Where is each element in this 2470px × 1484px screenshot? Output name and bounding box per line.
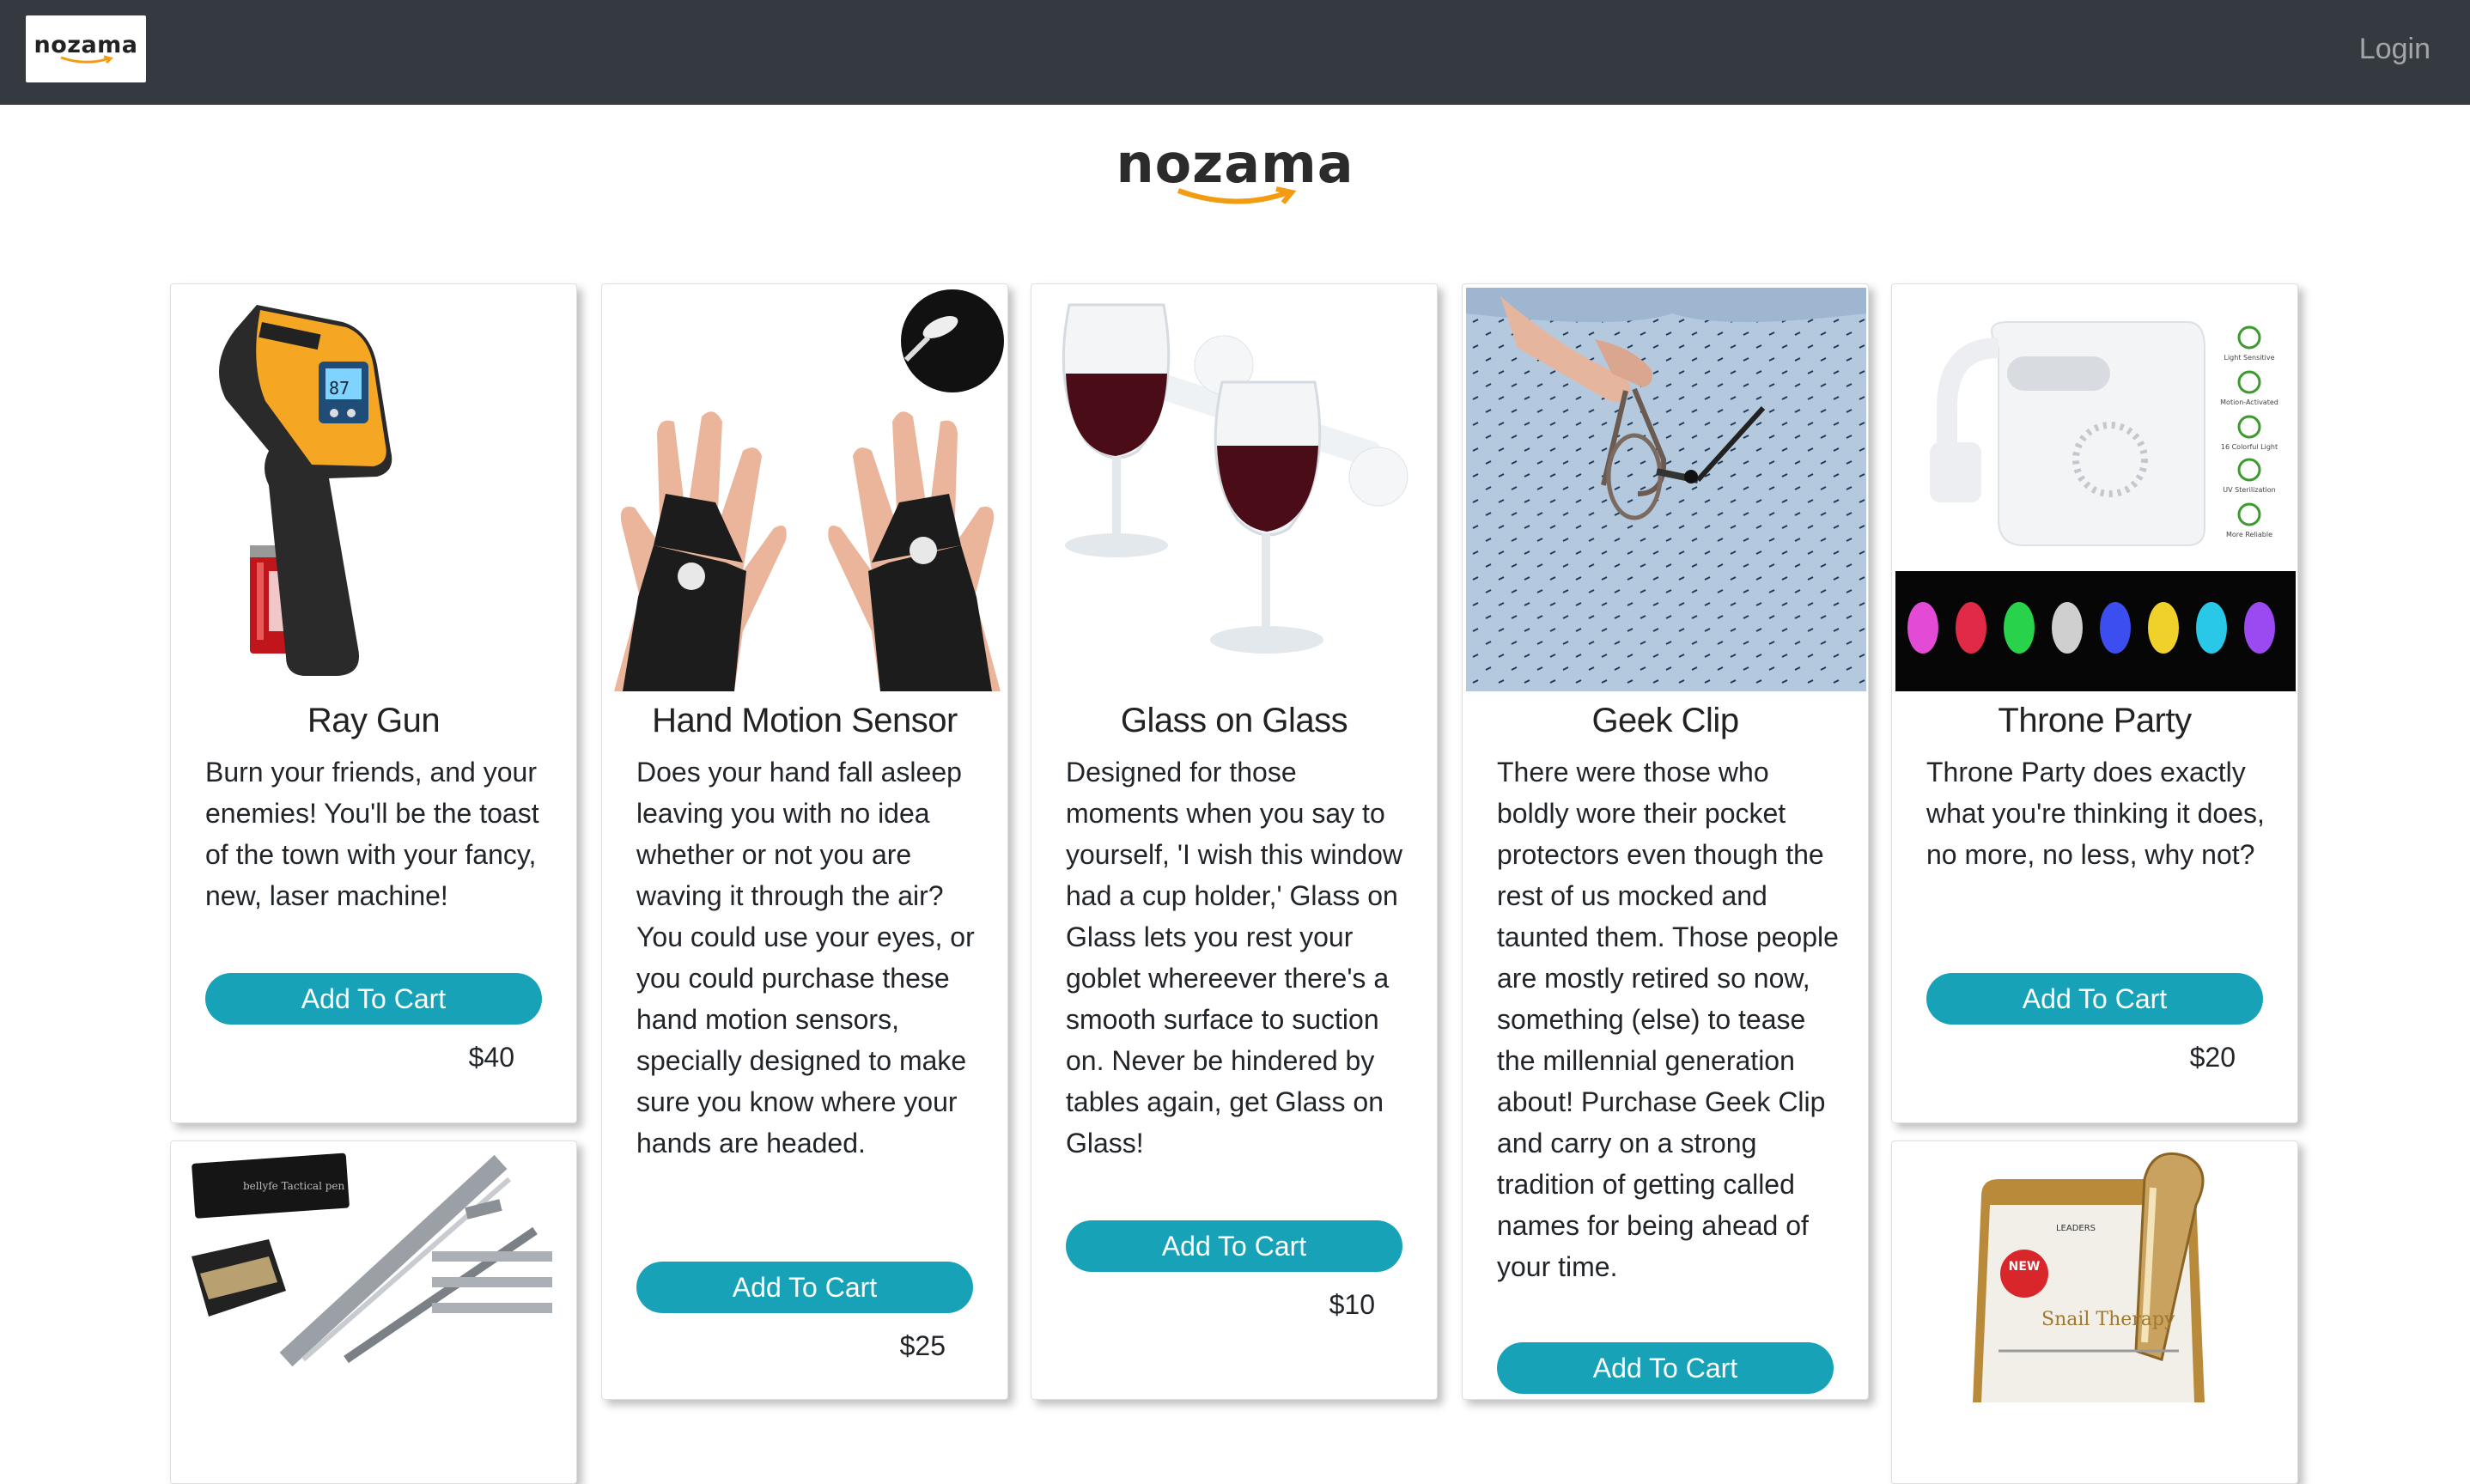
product-image: NEW LEADERS Snail Therapy (1895, 1145, 2296, 1483)
product-image (1466, 288, 1866, 691)
hero-logo: nozama (1106, 137, 1364, 223)
product-description: Designed for those moments when you say … (1066, 757, 1403, 1159)
product-card: Hand Motion Sensor Does your hand fall a… (601, 283, 1008, 1400)
product-card: Light Sensitive Motion-Activated 16 Colo… (1891, 283, 2298, 1123)
product-image: bellyfe Tactical pen (174, 1145, 575, 1483)
feature-label: Light Sensitive (2224, 354, 2275, 362)
product-card: Glass on Glass Designed for those moment… (1031, 283, 1438, 1400)
product-description: Does your hand fall asleep leaving you w… (636, 757, 975, 1159)
feature-label: More Reliable (2226, 531, 2272, 538)
product-description: Throne Party does exactly what you're th… (1926, 757, 2265, 870)
feature-label: 16 Colorful Light (2221, 443, 2278, 451)
product-card: 87 Ray Gun Burn your friends, and your e… (170, 283, 577, 1123)
feature-label: UV Sterilization (2223, 486, 2275, 494)
product-price: $20 (2189, 1042, 2236, 1073)
product-title: Hand Motion Sensor (652, 702, 958, 739)
product-title: Ray Gun (307, 702, 441, 739)
navbar-logo[interactable]: nozama (26, 15, 146, 82)
snail-mask-image: NEW LEADERS Snail Therapy (1973, 1152, 2205, 1402)
product-price: $25 (899, 1330, 946, 1361)
add-to-cart-button[interactable]: Add To Cart (1926, 973, 2263, 1025)
hero-logo-text: nozama (1116, 132, 1354, 195)
product-image: 87 (174, 288, 575, 691)
product-price: $10 (1329, 1289, 1375, 1320)
product-image (1035, 288, 1435, 691)
laser-thermometer-image: 87 (219, 305, 392, 676)
product-description: Burn your friends, and your enemies! You… (205, 757, 539, 911)
wine-glass-holder-image (1062, 303, 1408, 654)
add-to-cart-button[interactable]: Add To Cart (636, 1262, 973, 1313)
smile-arrow-icon (1177, 186, 1297, 204)
feature-label: Motion-Activated (2220, 398, 2278, 406)
toilet-light-image: Light Sensitive Motion-Activated 16 Colo… (1895, 321, 2296, 691)
product-card: NEW LEADERS Snail Therapy (1891, 1140, 2298, 1484)
box-label: bellyfe Tactical pen (243, 1180, 345, 1192)
add-to-cart-button[interactable]: Add To Cart (205, 973, 542, 1025)
product-title: Glass on Glass (1120, 702, 1348, 739)
product-title: Throne Party (1998, 702, 2192, 739)
product-title: Geek Clip (1591, 702, 1739, 739)
navbar-logo-text: nozama (33, 31, 138, 58)
product-card: Geek Clip There were those who boldly wo… (1462, 283, 1869, 1400)
led-gloves-image (614, 289, 1004, 691)
login-link[interactable]: Login (2359, 33, 2430, 66)
product-card: bellyfe Tactical pen (170, 1140, 577, 1484)
tactical-pen-image: bellyfe Tactical pen (192, 1153, 552, 1367)
add-to-cart-button[interactable]: Add To Cart (1497, 1342, 1834, 1394)
product-price: $40 (468, 1042, 514, 1073)
product-description: There were those who boldly wore their p… (1497, 757, 1839, 1282)
brand-label: LEADERS (2056, 1224, 2096, 1233)
product-image: Light Sensitive Motion-Activated 16 Colo… (1895, 288, 2296, 691)
badge-label: NEW (2009, 1260, 2041, 1274)
top-navbar: nozama Login (0, 0, 2470, 105)
svg-text:87: 87 (329, 378, 350, 398)
product-image (605, 288, 1006, 691)
glasses-clip-image (1466, 288, 1866, 691)
smile-arrow-icon (60, 55, 113, 64)
add-to-cart-button[interactable]: Add To Cart (1066, 1220, 1402, 1272)
box-label: Snail Therapy (2041, 1309, 2175, 1330)
